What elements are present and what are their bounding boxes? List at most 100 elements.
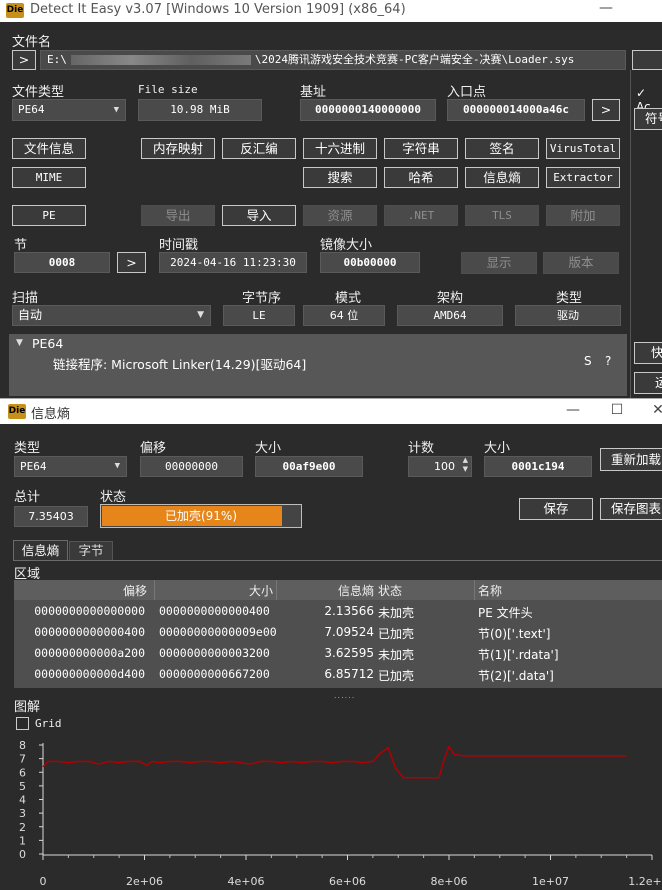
splitter-handle-icon[interactable]: ......	[334, 691, 355, 700]
window-title: Detect It Easy v3.07 [Windows 10 Version…	[30, 2, 406, 17]
region-table[interactable]: 偏移 大小 信息熵 状态 名称 0000000000000000 0000000…	[14, 580, 662, 688]
header-offset[interactable]: 偏移	[14, 582, 147, 599]
architecture-field: AMD64	[397, 305, 503, 326]
mode-label: 模式	[335, 291, 362, 306]
image-size-label: 镜像大小	[320, 238, 373, 253]
signatures-button[interactable]: 签名	[465, 138, 539, 159]
open-file-button[interactable]	[632, 50, 662, 70]
file-size-label: File size	[138, 83, 198, 96]
cell-size: 00000000000009e00	[159, 625, 277, 639]
minimize-icon[interactable]: —	[565, 402, 581, 418]
maximize-icon[interactable]: ☐	[609, 402, 625, 418]
y-tick-label: 1	[19, 834, 26, 847]
count-value: 100	[434, 460, 455, 473]
sections-button[interactable]: >	[117, 252, 146, 273]
header-entropy[interactable]: 信息熵	[277, 582, 374, 599]
file-info-button[interactable]: 文件信息	[12, 138, 86, 159]
app-logo-icon: Die	[6, 3, 24, 18]
signature-s-button[interactable]: S	[584, 354, 592, 368]
version-button[interactable]: 版本	[543, 252, 619, 274]
memory-map-button[interactable]: 内存映射	[141, 138, 215, 159]
dotnet-button[interactable]: .NET	[384, 205, 458, 226]
entropy-type-select[interactable]: PE64 ▼	[14, 456, 127, 477]
tls-button[interactable]: TLS	[465, 205, 539, 226]
scan-result-tree[interactable]: ▼ PE64 链接程序: Microsoft Linker(14.29)[驱动6…	[9, 334, 627, 396]
tree-expand-icon[interactable]: ▼	[16, 338, 23, 348]
file-type-label: 文件类型	[12, 85, 65, 100]
quick-button[interactable]: 快	[634, 342, 662, 364]
cell-offset: 0000000000000000	[34, 604, 145, 618]
entropy-series-line	[42, 744, 627, 779]
minimize-icon[interactable]: —	[598, 0, 614, 16]
tree-root-label[interactable]: PE64	[32, 336, 63, 351]
tree-linker-item[interactable]: 链接程序: Microsoft Linker(14.29)[驱动64]	[53, 354, 306, 373]
check-icon: ✓	[636, 86, 647, 100]
scan-mode-select[interactable]: 自动 ▼	[12, 305, 211, 326]
header-size[interactable]: 大小	[155, 582, 273, 599]
pe-button[interactable]: PE	[12, 205, 86, 226]
y-tick-label: 3	[19, 807, 26, 820]
status-text: 已加壳(91%)	[164, 509, 238, 523]
entropy-window-title: 信息熵	[31, 407, 71, 422]
header-name[interactable]: 名称	[478, 582, 502, 599]
grid-label: Grid	[35, 717, 62, 730]
section-count-field: 0008	[14, 252, 110, 273]
hash-button[interactable]: 哈希	[384, 167, 458, 188]
virustotal-button[interactable]: VirusTotal	[546, 138, 620, 159]
save-chart-button[interactable]: 保存图表	[600, 498, 662, 520]
table-row[interactable]: 000000000000d400 0000000000667200 6.8571…	[14, 664, 662, 685]
export-button[interactable]: 导出	[141, 205, 215, 226]
save-button[interactable]: 保存	[519, 498, 593, 520]
cell-status: 未加壳	[378, 648, 415, 662]
entropy-size-field: 00af9e00	[255, 456, 363, 477]
extractor-button[interactable]: Extractor	[546, 167, 620, 188]
file-path-field[interactable]: E:\ \2024腾讯游戏安全技术竞赛-PC客户端安全-决赛\Loader.sys	[40, 50, 626, 70]
close-icon[interactable]: ✕	[650, 402, 662, 418]
entry-point-button[interactable]: >	[592, 99, 620, 121]
count-label: 计数	[408, 441, 435, 456]
import-button[interactable]: 导入	[222, 205, 296, 226]
entropy-chart-svg: 0123456780 2e+06 4e+06 6e+06 8e+06 1e+07 1.2e+…	[19, 739, 662, 888]
count-spinbox[interactable]: 100 ▲ ▼	[408, 456, 472, 477]
chevron-down-icon: ▼	[113, 105, 119, 115]
y-tick-label: 8	[19, 739, 26, 752]
strings-button[interactable]: 字符串	[384, 138, 458, 159]
timestamp-field: 2024-04-16 11:23:30	[159, 252, 307, 273]
mime-button[interactable]: MIME	[12, 167, 86, 188]
type-label: 类型	[556, 291, 583, 306]
reload-button[interactable]: 重新加载	[600, 448, 662, 471]
hex-button[interactable]: 十六进制	[303, 138, 377, 159]
tab-entropy[interactable]: 信息熵	[13, 540, 68, 560]
cell-entropy: 7.09524	[324, 625, 374, 639]
overlay-button[interactable]: 附加	[546, 205, 620, 226]
header-status[interactable]: 状态	[378, 582, 402, 599]
endianness-label: 字节序	[242, 291, 282, 306]
file-type-select[interactable]: PE64 ▼	[12, 99, 126, 121]
table-row[interactable]: 0000000000000000 0000000000000400 2.1356…	[14, 601, 662, 622]
entry-point-field[interactable]: 000000014000a46c	[447, 99, 585, 121]
grid-checkbox[interactable]	[16, 717, 29, 730]
type-field: 驱动	[515, 305, 621, 326]
y-tick-label: 4	[19, 794, 26, 807]
symbols-button[interactable]: 符号	[634, 108, 662, 130]
info-q-button[interactable]: ?	[605, 354, 611, 368]
history-button[interactable]: >	[12, 50, 36, 70]
y-tick-label: 7	[19, 753, 26, 766]
table-row[interactable]: 0000000000000400 00000000000009e00 7.095…	[14, 622, 662, 643]
x-tick-label: 0	[40, 875, 47, 888]
base-address-field[interactable]: 0000000140000000	[300, 99, 436, 121]
cell-size: 0000000000667200	[159, 667, 270, 681]
entropy-offset-field: 00000000	[140, 456, 243, 477]
show-button[interactable]: 显示	[461, 252, 537, 274]
mode-field: 64 位	[303, 305, 385, 326]
resources-button[interactable]: 资源	[303, 205, 377, 226]
search-button[interactable]: 搜索	[303, 167, 377, 188]
cell-name: PE 文件头	[478, 606, 533, 620]
table-row[interactable]: 000000000000a200 0000000000003200 3.6259…	[14, 643, 662, 664]
entropy-button[interactable]: 信息熵	[465, 167, 539, 188]
tab-bytes[interactable]: 字节	[69, 541, 113, 560]
y-tick-label: 0	[19, 848, 26, 861]
run-button[interactable]: 运	[634, 372, 662, 394]
disassembly-button[interactable]: 反汇编	[222, 138, 296, 159]
spin-arrows-icon[interactable]: ▲ ▼	[463, 457, 468, 474]
